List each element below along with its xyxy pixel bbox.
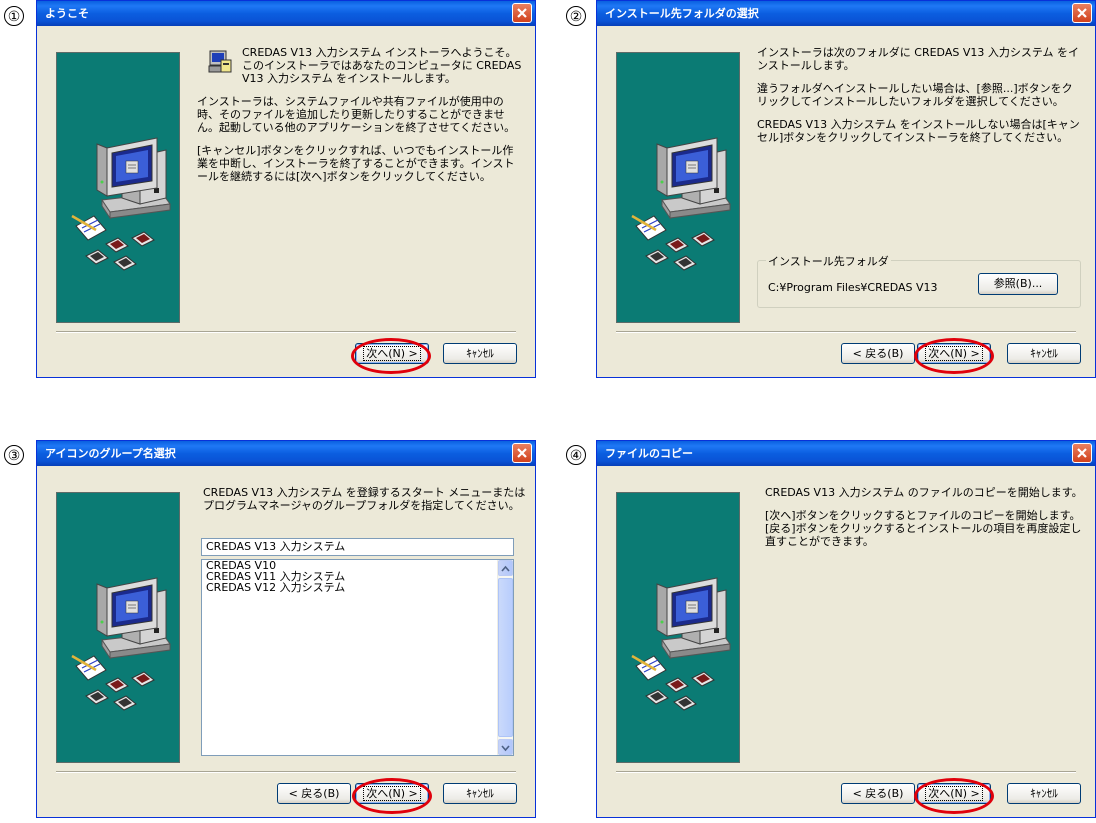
scroll-down-icon	[501, 745, 510, 752]
cancel-button-label: ｷｬﾝｾﾙ	[1030, 347, 1058, 360]
para-2: 違うフォルダへインストールしたい場合は、[参照...]ボタンをクリックしてインス…	[757, 82, 1073, 108]
dialog-text: CREDAS V13 入力システム のファイルのコピーを開始します。 [次へ]ボ…	[765, 486, 1085, 558]
scroll-thumb[interactable]	[498, 578, 513, 737]
back-button-label: < 戻る(B)	[852, 347, 904, 360]
cancel-button-label: ｷｬﾝｾﾙ	[1030, 787, 1058, 800]
window-title: アイコンのグループ名選択	[45, 447, 176, 460]
welcome-text: CREDAS V13 入力システム インストーラへようこそ。このインストーラでは…	[197, 46, 522, 183]
browse-button[interactable]: 参照(B)...	[978, 273, 1058, 295]
welcome-para-2: インストーラは、システムファイルや共有ファイルが使用中の時、そのファイルを追加し…	[197, 95, 516, 134]
step-number-4: ④	[566, 445, 586, 465]
side-panel	[56, 492, 180, 763]
computer-illustration-icon	[70, 136, 172, 272]
list-item[interactable]: CREDAS V12 入力システム	[202, 582, 513, 593]
separator	[56, 771, 516, 773]
title-bar: ファイルのコピー	[597, 441, 1095, 466]
step-number-2: ②	[566, 6, 586, 26]
title-bar: インストール先フォルダの選択	[597, 1, 1095, 26]
welcome-intro: CREDAS V13 入力システム インストーラへようこそ。このインストーラでは…	[242, 46, 522, 85]
separator	[616, 331, 1076, 333]
highlight-circle	[914, 778, 994, 814]
window-title: ようこそ	[45, 7, 89, 20]
destination-folder-dialog: インストール先フォルダの選択 インストーラは次のフォルダに CREDAS V13…	[596, 0, 1096, 378]
window-title: ファイルのコピー	[605, 447, 693, 460]
side-panel	[616, 492, 740, 763]
group-name-input[interactable]: CREDAS V13 入力システム	[201, 538, 514, 556]
separator	[56, 331, 516, 333]
window-title: インストール先フォルダの選択	[605, 7, 759, 20]
scroll-up-icon	[501, 565, 510, 572]
title-bar: ようこそ	[37, 1, 535, 26]
computer-illustration-icon	[70, 576, 172, 712]
back-button[interactable]: < 戻る(B)	[277, 783, 351, 804]
close-icon	[1077, 8, 1087, 18]
para-2: [次へ]ボタンをクリックするとファイルのコピーを開始します。[戻る]ボタンをクリ…	[765, 509, 1082, 548]
para-1: CREDAS V13 入力システム を登録するスタート メニューまたはプログラム…	[203, 486, 526, 512]
welcome-para-3: [キャンセル]ボタンをクリックすれば、いつでもインストール作業を中断し、インスト…	[197, 144, 515, 183]
dialog-text: インストーラは次のフォルダに CREDAS V13 入力システム をインストール…	[757, 46, 1082, 154]
dialog-text: CREDAS V13 入力システム を登録するスタート メニューまたはプログラム…	[203, 486, 528, 522]
close-button[interactable]	[512, 443, 532, 463]
folder-path: C:¥Program Files¥CREDAS V13	[768, 281, 938, 294]
scroll-down-button[interactable]	[498, 739, 513, 755]
cancel-button[interactable]: ｷｬﾝｾﾙ	[1007, 343, 1081, 364]
separator	[616, 771, 1076, 773]
close-button[interactable]	[512, 3, 532, 23]
group-list[interactable]: CREDAS V10 CREDAS V11 入力システム CREDAS V12 …	[201, 559, 514, 756]
file-copy-dialog: ファイルのコピー CREDAS V13 入力システム のファイルのコピーを開始し…	[596, 440, 1096, 818]
step-number-3: ③	[4, 445, 24, 465]
cancel-button[interactable]: ｷｬﾝｾﾙ	[443, 783, 517, 804]
folder-legend: インストール先フォルダ	[766, 253, 891, 269]
welcome-dialog: ようこそ CREDAS V13 入力システム インストーラへようこそ。このインス…	[36, 0, 536, 378]
computer-illustration-icon	[630, 136, 732, 272]
para-3: CREDAS V13 入力システム をインストールしない場合は[キャンセル]ボタ…	[757, 118, 1080, 144]
close-button[interactable]	[1072, 443, 1092, 463]
para-1: CREDAS V13 入力システム のファイルのコピーを開始します。	[765, 486, 1083, 499]
highlight-circle	[352, 778, 432, 814]
cancel-button-label: ｷｬﾝｾﾙ	[466, 347, 494, 360]
installer-icon	[208, 50, 232, 73]
back-button-label: < 戻る(B)	[852, 787, 904, 800]
title-bar: アイコンのグループ名選択	[37, 441, 535, 466]
destination-folder-group: インストール先フォルダ C:¥Program Files¥CREDAS V13 …	[757, 253, 1081, 308]
close-icon	[517, 8, 527, 18]
computer-illustration-icon	[630, 576, 732, 712]
highlight-circle	[351, 338, 431, 374]
close-icon	[1077, 448, 1087, 458]
cancel-button[interactable]: ｷｬﾝｾﾙ	[1007, 783, 1081, 804]
scroll-up-button[interactable]	[498, 560, 513, 576]
icon-group-dialog: アイコンのグループ名選択 CREDAS V13 入力システム を登録するスタート…	[36, 440, 536, 818]
cancel-button-label: ｷｬﾝｾﾙ	[466, 787, 494, 800]
back-button-label: < 戻る(B)	[288, 787, 340, 800]
para-1: インストーラは次のフォルダに CREDAS V13 入力システム をインストール…	[757, 46, 1080, 72]
close-icon	[517, 448, 527, 458]
side-panel	[616, 52, 740, 323]
side-panel	[56, 52, 180, 323]
step-number-1: ①	[4, 6, 24, 26]
back-button[interactable]: < 戻る(B)	[841, 783, 915, 804]
close-button[interactable]	[1072, 3, 1092, 23]
vertical-scrollbar[interactable]	[497, 560, 513, 755]
highlight-circle	[914, 338, 994, 374]
back-button[interactable]: < 戻る(B)	[841, 343, 915, 364]
cancel-button[interactable]: ｷｬﾝｾﾙ	[443, 343, 517, 364]
